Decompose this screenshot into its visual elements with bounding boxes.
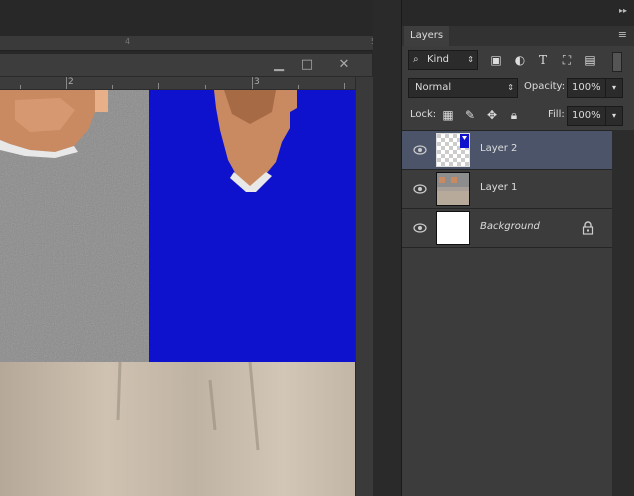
canvas-image (0, 90, 355, 496)
filter-toggle-switch[interactable] (612, 52, 622, 72)
pixel-layer-filter-icon[interactable]: ▣ (488, 52, 504, 68)
close-button[interactable]: ✕ (333, 57, 355, 73)
ruler-tick (66, 77, 67, 89)
layers-scrollbar[interactable] (612, 130, 634, 496)
maximize-button[interactable]: □ (296, 57, 318, 73)
layer-thumbnail (436, 133, 470, 167)
opacity-input[interactable]: 100% (567, 78, 607, 98)
layer-name[interactable]: Layer 2 (480, 143, 517, 154)
visibility-eye-icon[interactable] (412, 181, 428, 197)
adjustment-layer-filter-icon[interactable]: ◐ (512, 52, 528, 68)
horizontal-ruler: 2 3 (0, 77, 372, 90)
layer-row-background[interactable]: Background (402, 209, 612, 248)
tab-layers[interactable]: Layers (404, 26, 450, 46)
ruler-tick (298, 85, 299, 89)
chevron-updown-icon: ⇕ (507, 83, 514, 92)
smart-object-filter-icon[interactable]: ▤ (582, 52, 598, 68)
layer-row-layer-2[interactable]: Layer 2 (402, 131, 612, 170)
ruler-mark: 2 (68, 77, 74, 87)
ruler-tick (205, 85, 206, 89)
panel-header: Layers ≡ (402, 26, 634, 46)
visibility-eye-icon[interactable] (412, 142, 428, 158)
layer-row-layer-1[interactable]: Layer 1 (402, 170, 612, 209)
document-title-bar[interactable]: ▁ □ ✕ (0, 54, 372, 77)
ruler-tick (20, 85, 21, 89)
ruler-tick (112, 85, 113, 89)
layer-thumbnail (436, 172, 470, 206)
visibility-eye-icon[interactable] (412, 220, 428, 236)
type-layer-filter-icon[interactable]: T (535, 52, 551, 68)
filter-kind-label: Kind (427, 54, 450, 65)
chevron-updown-icon: ⇕ (467, 55, 474, 64)
panel-menu-icon[interactable]: ≡ (618, 28, 627, 41)
blend-mode-value: Normal (415, 82, 452, 93)
layer-name[interactable]: Layer 1 (480, 182, 517, 193)
workspace-ruler: 4 5 (0, 36, 383, 51)
ruler-mark: 4 (125, 37, 131, 46)
panel-gutter (373, 0, 401, 496)
ruler-tick (158, 83, 159, 89)
blend-mode-select[interactable]: Normal ⇕ (408, 78, 518, 98)
canvas[interactable] (0, 90, 355, 496)
layer-name[interactable]: Background (480, 221, 540, 232)
search-icon: ⌕ (413, 54, 419, 65)
lock-transparent-pixels-icon[interactable]: ▦ (440, 107, 456, 123)
vertical-scrollbar[interactable] (355, 77, 373, 496)
fill-input[interactable]: 100% (567, 106, 607, 126)
layers-panel: ▸▸ Layers ≡ ⌕ Kind ⇕ ▣ ◐ T ⛶ ▤ Normal ⇕ … (401, 0, 634, 496)
document-window: ▁ □ ✕ 2 3 (0, 54, 373, 496)
document-workspace: 4 5 ▁ □ ✕ 2 3 (0, 0, 401, 496)
lock-image-pixels-brush-icon[interactable]: ✎ (462, 107, 478, 123)
layer-thumbnail (436, 211, 470, 245)
fill-label: Fill: (548, 109, 565, 120)
lock-all-icon[interactable]: 🔒︎ (506, 107, 522, 123)
lock-icon[interactable] (582, 221, 594, 235)
shape-layer-filter-icon[interactable]: ⛶ (559, 52, 575, 68)
panel-dock-bar: ▸▸ (402, 0, 634, 27)
ruler-tick (344, 83, 345, 89)
opacity-dropdown-chevron-icon[interactable]: ▾ (605, 78, 623, 98)
lock-label: Lock: (410, 109, 437, 120)
minimize-button[interactable]: ▁ (268, 57, 290, 73)
ruler-mark: 3 (254, 77, 260, 87)
collapse-panels-icon[interactable]: ▸▸ (619, 6, 627, 15)
layers-panel-body: ⌕ Kind ⇕ ▣ ◐ T ⛶ ▤ Normal ⇕ Opacity: 100… (402, 46, 634, 496)
fill-dropdown-chevron-icon[interactable]: ▾ (605, 106, 623, 126)
ruler-tick (252, 77, 253, 89)
filter-kind-select[interactable]: ⌕ Kind ⇕ (408, 50, 478, 70)
lock-position-move-icon[interactable]: ✥ (484, 107, 500, 123)
opacity-label: Opacity: (524, 81, 566, 92)
